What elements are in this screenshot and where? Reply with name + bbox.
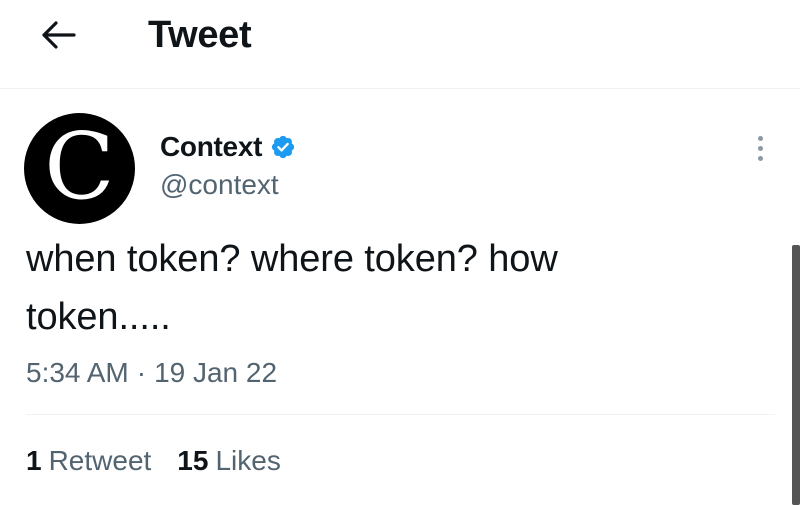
avatar[interactable]: C: [24, 113, 135, 224]
page-title: Tweet: [148, 14, 252, 56]
more-vertical-icon-dot: [757, 155, 763, 161]
tweet-text-line: token.....: [26, 296, 171, 338]
avatar-logo-letter: C: [44, 112, 115, 220]
divider: [26, 414, 775, 415]
verified-badge-icon: [272, 135, 295, 159]
retweets-stat[interactable]: 1 Retweet: [26, 444, 151, 478]
tweet-stats: 1 Retweet 15 Likes: [26, 444, 281, 478]
author-name-row[interactable]: Context: [160, 130, 296, 164]
tweet-timestamp[interactable]: 5:34 AM · 19 Jan 22: [26, 355, 277, 391]
more-options-button[interactable]: [748, 130, 772, 166]
arrow-left-icon: [42, 21, 76, 49]
back-button[interactable]: [38, 18, 78, 52]
tweet-date: 19 Jan 22: [154, 357, 278, 388]
top-bar: Tweet: [0, 0, 800, 89]
timestamp-separator: ·: [136, 357, 147, 388]
retweets-count: 1: [26, 445, 42, 476]
retweets-label: Retweet: [48, 445, 152, 476]
more-vertical-icon-dot: [757, 145, 763, 151]
likes-label: Likes: [215, 445, 281, 476]
likes-count: 15: [177, 445, 209, 476]
tweet-text: when token? where token? how token.....: [26, 230, 746, 346]
user-handle[interactable]: @context: [160, 168, 279, 202]
scrollbar[interactable]: [792, 245, 800, 505]
tweet-text-line: when token? where token? how: [26, 238, 558, 280]
display-name: Context: [160, 131, 263, 162]
more-vertical-icon: [757, 135, 763, 141]
tweet-time: 5:34 AM: [26, 357, 129, 388]
likes-stat[interactable]: 15 Likes: [177, 444, 281, 478]
